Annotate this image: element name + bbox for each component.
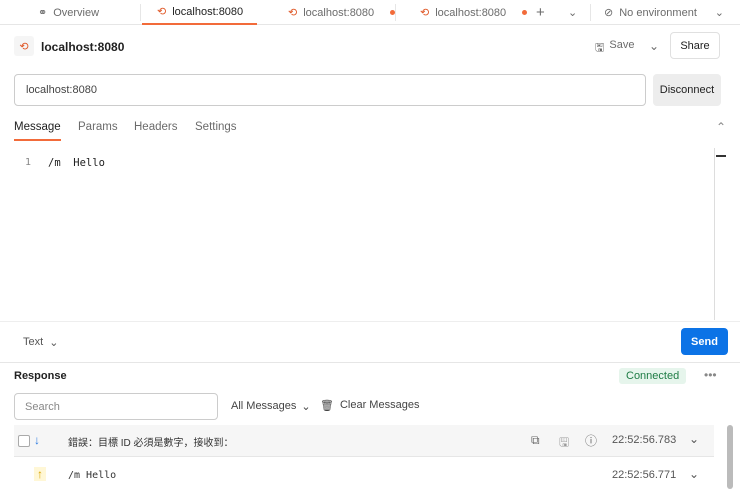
tab-bar: ⚭ Overview ⟲ localhost:8080 ⟲ localhost:808… [0, 0, 740, 25]
save-icon[interactable]: 🖫 [559, 433, 569, 454]
divider [0, 362, 740, 363]
expand-chevron-icon[interactable]: ⌄ [689, 467, 699, 481]
expand-chevron-icon[interactable]: ⌄ [689, 432, 699, 446]
request-title[interactable]: localhost:8080 [41, 40, 124, 54]
websocket-icon: ⟲ [288, 7, 298, 19]
new-tab-button[interactable]: + [536, 0, 545, 25]
message-editor[interactable]: /m Hello [48, 157, 105, 169]
environment-select[interactable]: ⊘ No environment ⌄ [604, 0, 724, 25]
message-text: 錯誤：目標 ID 必須是數字，接收到： [68, 438, 234, 449]
tab-message[interactable]: Message [14, 121, 61, 141]
editor-scrollbar[interactable] [714, 148, 715, 320]
chevron-down-icon: ⌄ [301, 401, 311, 413]
message-row[interactable]: ↑ /m Hello 22:52:56.771 ⌄ [14, 458, 714, 489]
message-time: 22:52:56.783 [612, 434, 677, 446]
row-checkbox[interactable] [18, 435, 30, 447]
tab-request-3[interactable]: ⟲ localhost:8080 [420, 0, 528, 25]
response-title: Response [14, 370, 67, 382]
tab-request-1[interactable]: ⟲ localhost:8080 [142, 0, 257, 25]
info-icon[interactable]: ⓘ [585, 432, 597, 449]
tab-headers[interactable]: Headers [134, 121, 177, 133]
incoming-arrow-icon: ↓ [34, 433, 40, 447]
scroll-marker [716, 155, 726, 157]
trash-icon: 🗑 [320, 400, 334, 412]
overview-icon: ⚭ [38, 7, 48, 19]
unsaved-dot [522, 10, 528, 15]
save-icon: 🖫 [595, 42, 605, 54]
line-number: 1 [25, 157, 32, 168]
disconnect-button[interactable]: Disconnect [653, 74, 721, 106]
no-environment-icon: ⊘ [604, 7, 614, 19]
tab-overview[interactable]: ⚭ Overview [38, 0, 99, 25]
tabs-dropdown-chevron-icon[interactable]: ⌄ [568, 0, 577, 25]
chevron-down-icon: ⌄ [49, 337, 59, 349]
tab-request-2[interactable]: ⟲ localhost:8080 [288, 0, 396, 25]
chevron-down-icon: ⌄ [714, 7, 724, 19]
copy-icon[interactable]: ⧉ [531, 433, 540, 448]
message-time: 22:52:56.771 [612, 469, 677, 481]
message-filter-select[interactable]: All Messages ⌄ [231, 400, 311, 413]
send-button[interactable]: Send [681, 328, 728, 355]
url-input[interactable]: localhost:8080 [14, 74, 646, 106]
more-options-icon[interactable]: ••• [704, 368, 717, 382]
status-badge: Connected [619, 368, 687, 384]
collapse-chevron-icon[interactable]: ⌃ [716, 120, 726, 134]
divider [0, 321, 740, 322]
message-text: /m Hello [68, 470, 117, 481]
websocket-icon: ⟲ [14, 36, 34, 56]
outgoing-arrow-icon: ↑ [34, 467, 46, 481]
share-button[interactable]: Share [670, 32, 720, 59]
tab-settings[interactable]: Settings [195, 121, 237, 133]
websocket-icon: ⟲ [420, 7, 430, 19]
format-select[interactable]: Text ⌄ [23, 336, 58, 349]
save-button[interactable]: 🖫 Save [595, 39, 634, 58]
save-options-chevron-icon[interactable]: ⌄ [649, 39, 659, 53]
search-input[interactable]: Search [14, 393, 218, 420]
message-row[interactable]: ↓ 錯誤：目標 ID 必須是數字，接收到： ⧉ 🖫 ⓘ 22:52:56.783… [14, 425, 714, 457]
clear-messages-button[interactable]: 🗑 Clear Messages [320, 399, 419, 412]
tab-params[interactable]: Params [78, 121, 118, 133]
response-scrollbar[interactable] [727, 425, 733, 489]
websocket-icon: ⟲ [157, 6, 167, 18]
